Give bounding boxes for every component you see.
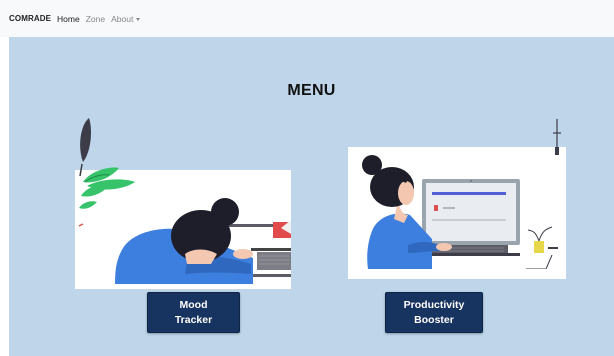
- mood-tracker-label-line2: Tracker: [174, 313, 213, 326]
- nav-about-label: About: [111, 13, 134, 24]
- top-navbar: COMRADE Home Zone About: [0, 0, 614, 37]
- productivity-booster-illustration: [348, 119, 566, 279]
- mood-tracker-button[interactable]: Mood Tracker: [147, 292, 240, 333]
- page-title: MENU: [287, 82, 336, 99]
- main-content: MENU Mood Tracker Productivity Booster: [9, 37, 614, 356]
- mood-tracker-illustration: [75, 118, 291, 289]
- productivity-booster-button[interactable]: Productivity Booster: [385, 292, 483, 333]
- brand-logo[interactable]: COMRADE: [9, 14, 51, 23]
- nav-home-link[interactable]: Home: [57, 14, 80, 24]
- mood-tracker-label-line1: Mood: [179, 298, 208, 311]
- caret-down-icon: [136, 17, 141, 21]
- nav-about-dropdown[interactable]: About: [111, 13, 141, 24]
- productivity-booster-label-line2: Booster: [414, 313, 454, 326]
- productivity-booster-label-line1: Productivity: [403, 298, 465, 311]
- nav-zone-link[interactable]: Zone: [86, 14, 105, 24]
